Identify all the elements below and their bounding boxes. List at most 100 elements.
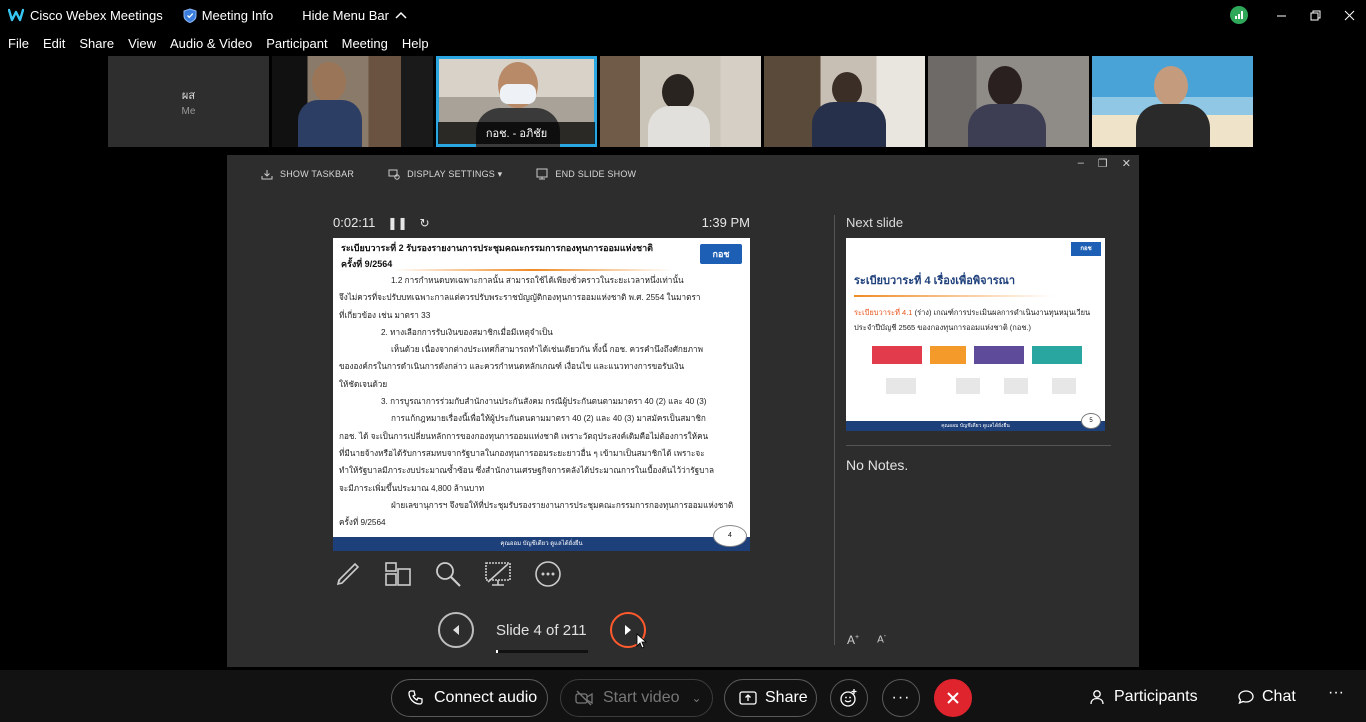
presenter-view: SHOW TASKBAR DISPLAY SETTINGS ▾ END SLID… bbox=[227, 155, 1139, 667]
self-initials: ผส bbox=[181, 90, 196, 102]
menu-audio-video[interactable]: Audio & Video bbox=[170, 36, 252, 51]
participants-button[interactable]: Participants bbox=[1090, 688, 1198, 706]
close-window-button[interactable] bbox=[1332, 0, 1366, 30]
display-settings-button[interactable]: DISPLAY SETTINGS ▾ bbox=[388, 168, 502, 180]
minimize-icon bbox=[1276, 15, 1286, 16]
presenter-window-controls: – ❐ ✕ bbox=[1078, 157, 1131, 170]
slide-navigation: Slide 4 of 211 bbox=[438, 611, 648, 653]
participant-video-tile[interactable] bbox=[600, 56, 761, 147]
next-slide-label: Next slide bbox=[846, 215, 904, 230]
menu-help[interactable]: Help bbox=[402, 36, 429, 51]
decrease-font-icon[interactable]: A- bbox=[877, 633, 886, 647]
participant-figure bbox=[968, 104, 1046, 147]
presenter-close-icon[interactable]: ✕ bbox=[1122, 157, 1131, 170]
chat-bubble-icon bbox=[1238, 690, 1254, 705]
more-options-button[interactable] bbox=[533, 559, 563, 589]
reaction-smiley-icon bbox=[840, 689, 857, 707]
pen-tool-button[interactable] bbox=[333, 559, 363, 589]
participant-video-tile[interactable] bbox=[1092, 56, 1253, 147]
show-taskbar-button[interactable]: SHOW TASKBAR bbox=[261, 169, 354, 180]
chat-label: Chat bbox=[1262, 688, 1296, 705]
share-button[interactable]: Share bbox=[724, 679, 817, 717]
restore-icon bbox=[1310, 10, 1320, 20]
participant-figure bbox=[832, 72, 862, 106]
menu-bar: File Edit Share View Audio & Video Parti… bbox=[0, 32, 435, 54]
slide-title: ระเบียบวาระที่ 2 รับรองรายงานการประชุมคณ… bbox=[341, 240, 691, 272]
meeting-info-button[interactable]: Meeting Info bbox=[183, 7, 274, 23]
menu-file[interactable]: File bbox=[8, 36, 29, 51]
pause-timer-icon[interactable]: ❚❚ bbox=[387, 216, 407, 230]
hide-menu-bar-button[interactable]: Hide Menu Bar bbox=[302, 8, 407, 23]
participant-video-tile[interactable] bbox=[272, 56, 433, 147]
webex-logo-icon bbox=[8, 8, 24, 22]
chevron-down-icon[interactable]: ⌄ bbox=[691, 691, 701, 705]
zoom-button[interactable] bbox=[433, 559, 463, 589]
active-speaker-tile[interactable]: กอช. - อภิชัย bbox=[436, 56, 597, 147]
face-mask bbox=[500, 84, 536, 104]
self-video-tile[interactable]: ผส Me bbox=[108, 56, 269, 147]
app-name: Cisco Webex Meetings bbox=[30, 7, 163, 23]
speaker-notes: No Notes. bbox=[846, 457, 909, 473]
next-slide-underline bbox=[854, 295, 1054, 297]
slide-body-line: ที่มีนายจ้างหรือได้รับการสมทบจากรัฐบาลใน… bbox=[339, 448, 705, 458]
network-signal-icon[interactable] bbox=[1230, 6, 1248, 24]
slide-page-number: 4 bbox=[713, 525, 747, 547]
minimize-button[interactable] bbox=[1264, 0, 1298, 30]
pane-divider[interactable] bbox=[834, 215, 835, 645]
meeting-controls-bar: Connect audio Start video ⌄ Share ··· Pa… bbox=[0, 670, 1366, 722]
ellipsis-icon: ··· bbox=[891, 689, 911, 706]
share-label: Share bbox=[765, 689, 808, 706]
menu-meeting[interactable]: Meeting bbox=[342, 36, 388, 51]
next-slide-footer: คุณออม บัญชีเดียว ดูแลได้ยั่งยืน bbox=[846, 421, 1105, 431]
infographic-box bbox=[1032, 346, 1082, 364]
more-actions-button[interactable]: ··· bbox=[882, 679, 920, 717]
leave-meeting-button[interactable] bbox=[934, 679, 972, 717]
participant-figure bbox=[662, 74, 694, 110]
notes-divider[interactable] bbox=[846, 445, 1111, 446]
previous-slide-button[interactable] bbox=[438, 612, 474, 648]
see-all-slides-button[interactable] bbox=[383, 559, 413, 589]
participant-strip: ผส Me กอช. - อภิชัย bbox=[108, 56, 1253, 147]
infographic-box bbox=[872, 346, 922, 364]
slide-body-line: 3. การบูรณาการร่วมกับสำนักงานประกันสังคม… bbox=[381, 397, 707, 407]
connect-audio-label: Connect audio bbox=[434, 689, 538, 706]
show-taskbar-label: SHOW TASKBAR bbox=[280, 169, 355, 179]
slide-body-line: ให้ชัดเจนด้วย bbox=[339, 379, 388, 389]
restore-button[interactable] bbox=[1298, 0, 1332, 30]
presenter-minimize-icon[interactable]: – bbox=[1078, 157, 1084, 170]
participant-figure bbox=[298, 100, 362, 147]
magnifier-icon bbox=[436, 562, 461, 587]
chevron-up-icon bbox=[395, 11, 407, 19]
chat-button[interactable]: Chat bbox=[1238, 688, 1296, 706]
next-slide-logo: กอช bbox=[1071, 242, 1101, 256]
presenter-restore-icon[interactable]: ❐ bbox=[1098, 157, 1108, 170]
end-slide-show-button[interactable]: END SLIDE SHOW bbox=[536, 168, 636, 180]
connect-audio-button[interactable]: Connect audio bbox=[391, 679, 548, 717]
slide-body-line: ทำให้รัฐบาลมีภาระงบประมาณซ้ำซ้อน ซึ่งสำน… bbox=[339, 466, 715, 476]
slide-body-line: จะมีภาระเพิ่มขึ้นประมาณ 4,800 ล้านบาท bbox=[339, 483, 485, 493]
slide-counter: Slide 4 of 211 bbox=[496, 621, 587, 639]
menu-share[interactable]: Share bbox=[79, 36, 114, 51]
slide-body: 1.2 การกำหนดบทเฉพาะกาลนั้น สามารถใช้ได้เ… bbox=[339, 272, 744, 531]
menu-edit[interactable]: Edit bbox=[43, 36, 65, 51]
slide-footer: คุณออม บัญชีเดียว ดูแลได้ยั่งยืน bbox=[333, 537, 750, 551]
menu-participant[interactable]: Participant bbox=[266, 36, 327, 51]
more-icon bbox=[535, 561, 561, 587]
restart-timer-icon[interactable]: ↻ bbox=[420, 216, 430, 230]
participant-video-tile[interactable] bbox=[764, 56, 925, 147]
participant-video-tile[interactable] bbox=[928, 56, 1089, 147]
overflow-menu-button[interactable]: ··· bbox=[1328, 684, 1344, 702]
signal-bars-icon bbox=[1235, 11, 1243, 19]
meeting-info-label: Meeting Info bbox=[201, 7, 274, 23]
slide-body-line: เห็นด้วย เนื่องจากต่างประเทศก็สามารถทำได… bbox=[391, 345, 704, 355]
reactions-button[interactable] bbox=[830, 679, 868, 717]
close-icon bbox=[947, 692, 959, 704]
shield-icon bbox=[183, 7, 197, 23]
slide-body-line: ขององค์กรในการดำเนินการดังกล่าว และควรกำ… bbox=[339, 362, 685, 372]
menu-view[interactable]: View bbox=[128, 36, 156, 51]
increase-font-icon[interactable]: A+ bbox=[847, 633, 859, 647]
black-screen-button[interactable] bbox=[483, 559, 513, 589]
start-video-button[interactable]: Start video ⌄ bbox=[560, 679, 713, 717]
title-bar: Cisco Webex Meetings Meeting Info Hide M… bbox=[0, 0, 1366, 30]
slide-counter-wrap[interactable]: Slide 4 of 211 bbox=[496, 621, 588, 653]
